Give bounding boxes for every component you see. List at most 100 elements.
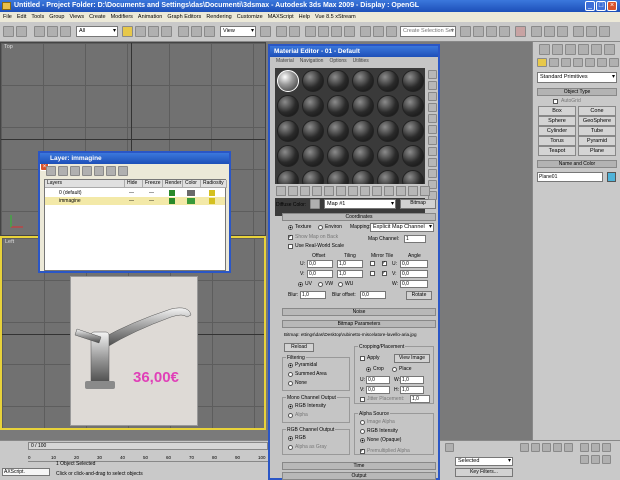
v-tiling-field[interactable]: 1,0 [337, 270, 363, 278]
bitmap-parameters-rollout[interactable]: Bitmap Parameters [282, 320, 436, 328]
vw-radio[interactable] [318, 282, 323, 287]
material-tool-icon[interactable] [324, 186, 334, 196]
bitmap-path-button[interactable]: Bitmap: ettings\das\Desktop\rubinetto-mi… [284, 332, 417, 338]
layer-hide-toggle[interactable]: — [129, 198, 134, 204]
helpers-icon[interactable] [585, 58, 595, 67]
mapping-dropdown[interactable]: Explicit Map Channel [370, 223, 434, 232]
alpha-rgb-intensity-radio[interactable] [360, 429, 365, 434]
material-tool-icon[interactable] [420, 186, 430, 196]
geometry-icon[interactable] [537, 58, 547, 67]
layer-freeze-toggle[interactable]: — [149, 190, 154, 196]
sample-side-tool-icon[interactable] [428, 125, 437, 134]
menu-item[interactable]: Create [89, 12, 106, 22]
material-menu-item[interactable]: Utilities [353, 57, 369, 65]
menu-item[interactable]: Edit [17, 12, 26, 22]
layer-radiosity-icon[interactable] [209, 190, 215, 196]
summed-area-radio[interactable] [288, 372, 293, 377]
object-type-rollout[interactable]: Object Type [537, 88, 617, 96]
filter-none-radio[interactable] [288, 381, 293, 386]
undo-icon[interactable] [3, 26, 14, 37]
maximize-button[interactable]: □ [596, 1, 606, 11]
primitive-button[interactable]: Sphere [538, 116, 576, 126]
material-tool-icon[interactable] [312, 186, 322, 196]
material-tool-icon[interactable] [276, 186, 286, 196]
sample-side-tool-icon[interactable] [428, 136, 437, 145]
utilities-tab-icon[interactable] [604, 44, 615, 55]
layer-render-icon[interactable] [169, 198, 175, 204]
minimize-button[interactable]: _ [585, 1, 595, 11]
image-alpha-radio[interactable] [360, 420, 365, 425]
sample-slot[interactable] [277, 95, 299, 117]
redo-icon[interactable] [16, 26, 27, 37]
primitive-button[interactable]: Tube [578, 126, 616, 136]
create-tab-icon[interactable] [539, 44, 550, 55]
menu-item[interactable]: Group [49, 12, 64, 22]
selection-filter-dropdown[interactable]: All [76, 26, 118, 37]
jitter-field[interactable]: 1,0 [410, 395, 430, 403]
sample-slot[interactable] [352, 120, 374, 142]
key-filters-button[interactable]: Key Filters... [455, 468, 513, 477]
primitive-button[interactable]: Plane [578, 146, 616, 156]
layer-row[interactable]: 0 (default) — — [45, 189, 225, 197]
noise-rollout[interactable]: Noise [282, 308, 436, 316]
apply-checkbox[interactable] [360, 356, 365, 361]
menu-item[interactable]: Tools [31, 12, 44, 22]
mono-alpha-radio[interactable] [288, 413, 293, 418]
window-crossing-icon[interactable] [161, 26, 172, 37]
output-rollout[interactable]: Output [282, 472, 436, 480]
map-type-button[interactable]: Bitmap [400, 199, 436, 209]
rgb-radio[interactable] [288, 436, 293, 441]
menu-item[interactable]: Graph Editors [167, 12, 201, 22]
sample-slot[interactable] [352, 145, 374, 167]
lights-icon[interactable] [561, 58, 571, 67]
map-name-field[interactable]: Map #1 [324, 199, 396, 209]
primitive-button[interactable]: Box [538, 106, 576, 116]
blur-field[interactable]: 1,0 [300, 291, 326, 299]
sample-slot[interactable] [302, 95, 324, 117]
time-slider[interactable]: 0 / 100 [28, 442, 268, 450]
modify-tab-icon[interactable] [552, 44, 563, 55]
vue-sync-icon[interactable] [599, 26, 610, 37]
layer-column-header[interactable]: Freeze [143, 180, 163, 188]
named-selection-sets-dropdown[interactable]: Create Selection Set [400, 26, 456, 37]
hide-all-layers-icon[interactable] [106, 166, 116, 176]
pan-icon[interactable] [580, 455, 589, 464]
sample-slot[interactable] [377, 70, 399, 92]
layer-column-header[interactable]: Color [183, 180, 201, 188]
menu-item[interactable]: Vue 8.5 xStream [315, 12, 356, 22]
zoom-all-icon[interactable] [591, 443, 600, 452]
select-by-name-icon[interactable] [135, 26, 146, 37]
angle-snap-icon[interactable] [318, 26, 329, 37]
crop-v-field[interactable]: 0,0 [366, 386, 390, 394]
unlink-icon[interactable] [47, 26, 58, 37]
sample-slot[interactable] [377, 120, 399, 142]
wu-radio[interactable] [338, 282, 343, 287]
u-tile-checkbox[interactable] [382, 260, 387, 266]
product-image-plane[interactable]: 36,00€ [70, 276, 198, 426]
viewport-label-left[interactable]: Left [5, 239, 14, 245]
sample-slot[interactable] [377, 145, 399, 167]
primitive-button[interactable]: Teapot [538, 146, 576, 156]
snaps-toggle-icon[interactable] [305, 26, 316, 37]
sample-side-tool-icon[interactable] [428, 103, 437, 112]
none-opaque-radio[interactable] [360, 438, 365, 443]
material-tool-icon[interactable] [348, 186, 358, 196]
sample-side-tool-icon[interactable] [428, 92, 437, 101]
move-icon[interactable] [178, 26, 189, 37]
jitter-checkbox[interactable] [360, 397, 365, 402]
menu-item[interactable]: Modifiers [111, 12, 133, 22]
sample-side-tool-icon[interactable] [428, 158, 437, 167]
material-editor-icon[interactable] [515, 26, 526, 37]
material-tool-icon[interactable] [336, 186, 346, 196]
material-menu-item[interactable]: Navigation [300, 57, 324, 65]
edit-named-selection-icon[interactable] [360, 26, 371, 37]
u-tiling-field[interactable]: 1,0 [337, 260, 363, 268]
select-in-layer-icon[interactable] [82, 166, 92, 176]
prev-frame-icon[interactable] [531, 443, 540, 452]
align-icon[interactable] [386, 26, 397, 37]
layer-manager-icon[interactable] [460, 26, 471, 37]
menu-item[interactable]: Rendering [206, 12, 231, 22]
sample-slot[interactable] [402, 145, 424, 167]
layer-hide-toggle[interactable]: — [129, 190, 134, 196]
key-selection-dropdown[interactable]: Selected [455, 457, 513, 466]
